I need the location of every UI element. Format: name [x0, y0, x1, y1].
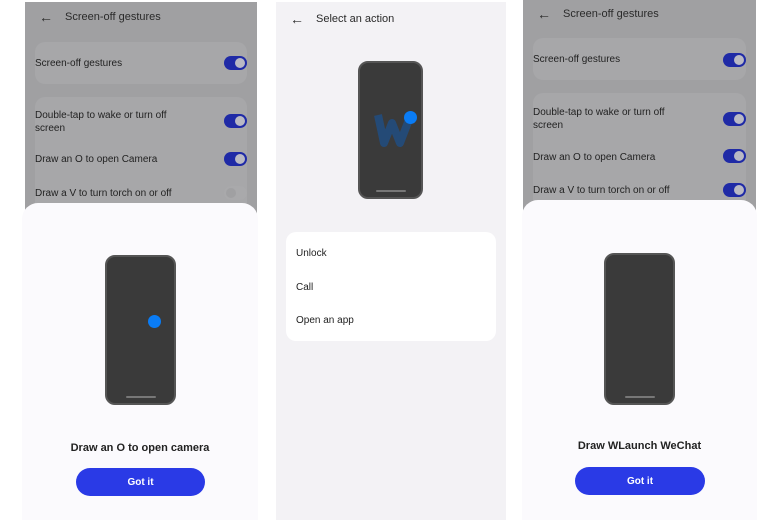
setting-row[interactable]: Draw a V to turn torch on or off	[533, 184, 746, 197]
gesture-dot-icon	[404, 111, 417, 124]
phone-illustration	[105, 255, 176, 405]
w-gesture-trail-icon	[374, 114, 414, 147]
back-arrow-icon[interactable]: ←	[290, 12, 304, 26]
action-unlock[interactable]: Unlock	[296, 248, 327, 259]
setting-row[interactable]: Screen-off gestures	[35, 57, 247, 70]
bottom-sheet: Draw an O to open camera Got it	[22, 203, 258, 520]
got-it-button[interactable]: Got it	[76, 468, 205, 496]
header: ← Screen-off gestures	[537, 7, 659, 21]
phone-illustration	[358, 61, 423, 199]
action-open-app[interactable]: Open an app	[296, 315, 354, 326]
header: ← Screen-off gestures	[39, 10, 161, 24]
setting-label: Draw a V to turn torch on or off	[35, 188, 172, 199]
toggle-draw-v[interactable]	[224, 186, 247, 200]
phone-illustration	[604, 253, 675, 405]
panel-select-action: ← Select an action Unlock Call Open an a…	[276, 2, 506, 520]
setting-row[interactable]: Double-tap to wake or turn off screen	[35, 109, 197, 135]
setting-row[interactable]: Double-tap to wake or turn off screen	[533, 106, 696, 132]
toggle-double-tap[interactable]	[224, 114, 247, 128]
setting-label: Draw a V to turn torch on or off	[533, 185, 670, 196]
page-title: Screen-off gestures	[563, 8, 659, 20]
setting-row[interactable]: Screen-off gestures	[533, 53, 746, 66]
sheet-caption: Draw WLaunch WeChat	[577, 440, 702, 452]
setting-label: Screen-off gestures	[35, 58, 123, 69]
setting-label: Draw an O to open Camera	[533, 152, 656, 163]
setting-row[interactable]: Draw a V to turn torch on or off	[35, 187, 247, 200]
toggle-screen-off-gestures[interactable]	[224, 56, 247, 70]
setting-row[interactable]: Draw an O to open Camera	[35, 153, 247, 166]
toggle-double-tap[interactable]	[723, 112, 746, 126]
setting-row[interactable]: Draw an O to open Camera	[533, 151, 746, 164]
header: ← Select an action	[290, 12, 394, 26]
toggle-draw-v[interactable]	[723, 183, 746, 197]
back-arrow-icon[interactable]: ←	[39, 10, 53, 24]
page-title: Select an action	[316, 13, 395, 25]
gesture-dot-icon	[148, 315, 161, 328]
bottom-sheet: Draw WLaunch WeChat Got it	[522, 200, 757, 520]
toggle-screen-off-gestures[interactable]	[723, 53, 746, 67]
setting-label: Screen-off gestures	[533, 54, 621, 65]
toggle-draw-o[interactable]	[723, 149, 746, 163]
setting-label: Double-tap to wake or turn off screen	[35, 110, 167, 134]
sheet-caption: Draw an O to open camera	[70, 442, 210, 454]
got-it-button[interactable]: Got it	[575, 467, 705, 495]
setting-label: Draw an O to open Camera	[35, 154, 158, 165]
back-arrow-icon[interactable]: ←	[537, 7, 551, 21]
setting-label: Double-tap to wake or turn off screen	[533, 107, 665, 131]
page-title: Screen-off gestures	[65, 11, 161, 23]
toggle-draw-o[interactable]	[224, 152, 247, 166]
action-call[interactable]: Call	[296, 282, 313, 293]
action-list: Unlock Call Open an app	[286, 232, 496, 341]
